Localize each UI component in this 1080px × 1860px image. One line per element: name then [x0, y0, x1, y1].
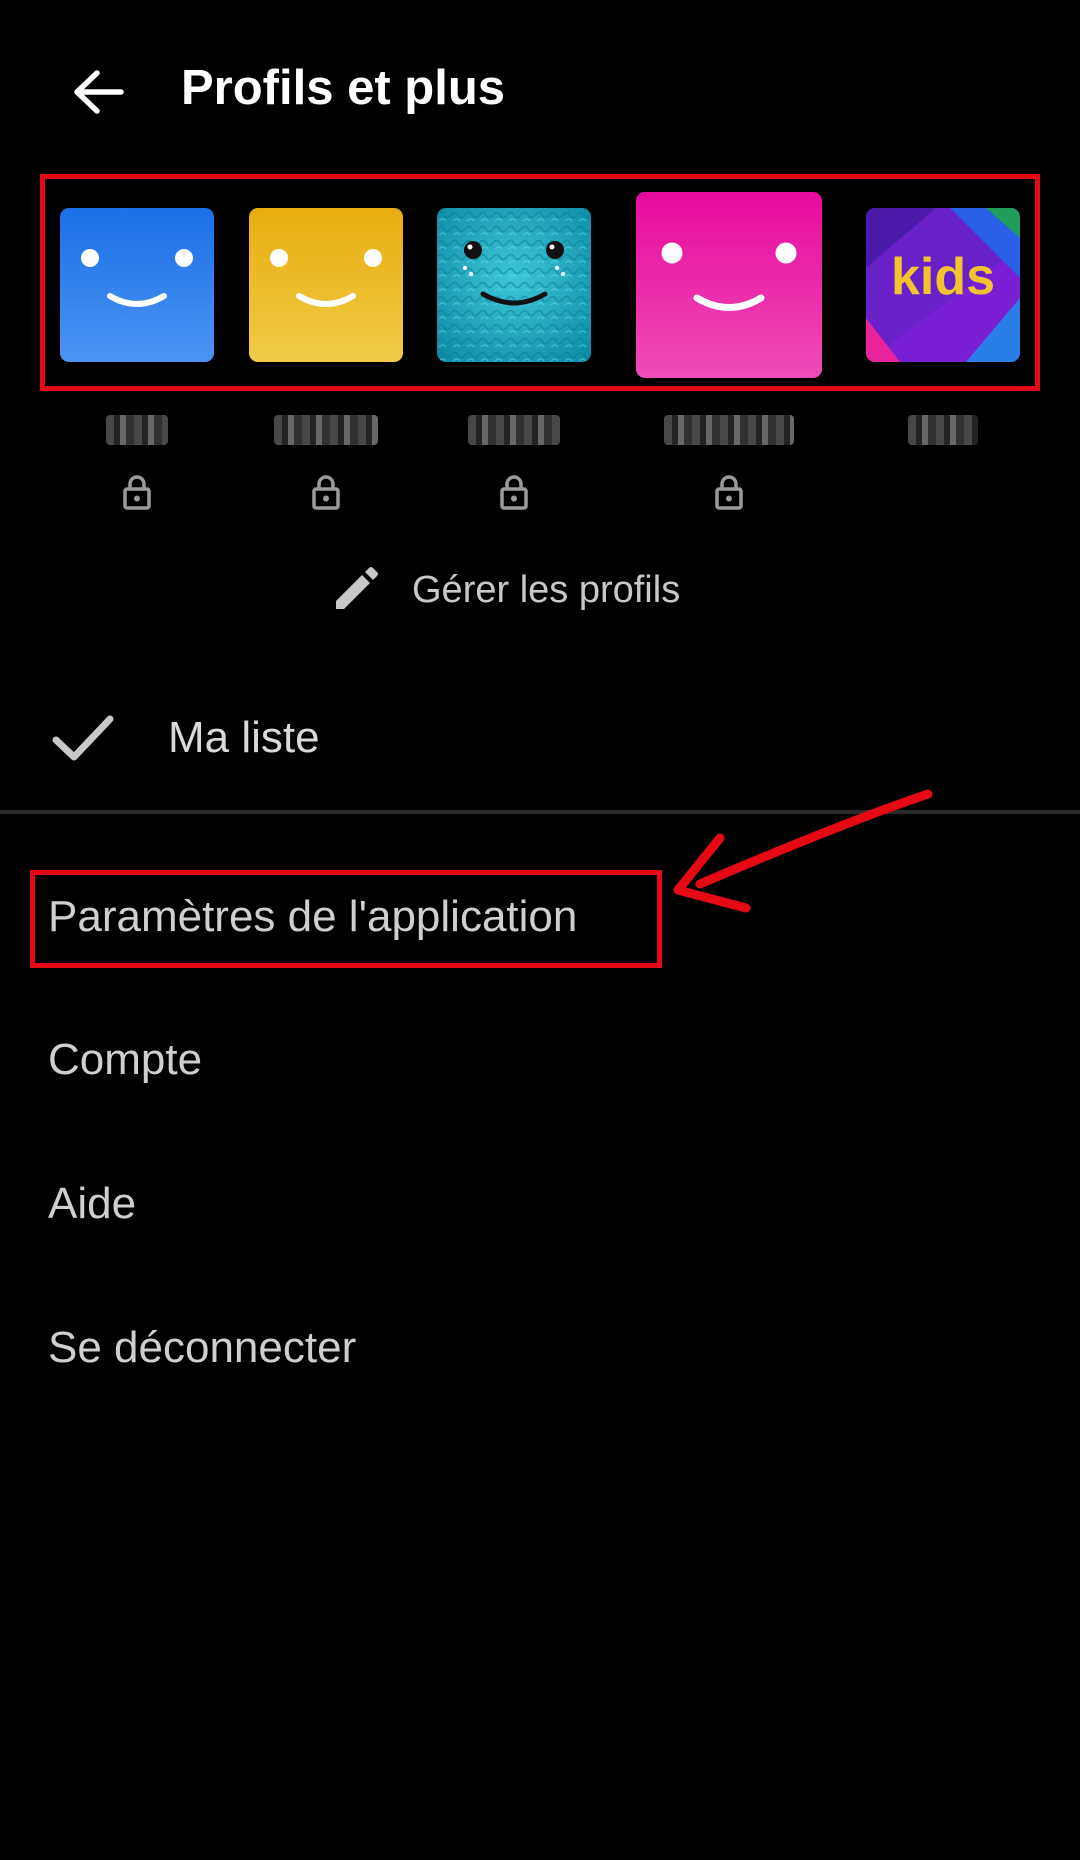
profile-name-redacted	[274, 415, 378, 445]
profile-name	[249, 414, 403, 446]
lock-icon	[500, 475, 528, 510]
profile-name	[437, 414, 591, 446]
profile-name	[60, 414, 214, 446]
profile-3[interactable]	[437, 190, 591, 510]
check-icon	[52, 715, 114, 761]
profile-avatar-kids: kids	[866, 208, 1020, 362]
account-item[interactable]: Compte	[48, 1030, 202, 1090]
app-settings-item[interactable]: Paramètres de l'application	[48, 887, 577, 947]
pencil-icon	[336, 567, 378, 609]
lock-icon	[715, 475, 743, 510]
arrow-left-icon	[74, 70, 124, 114]
profile-avatar-furry	[437, 208, 591, 362]
profile-name-redacted	[664, 415, 794, 445]
profile-avatar-blue	[60, 208, 214, 362]
manage-profiles-label: Gérer les profils	[412, 568, 681, 611]
profile-name	[866, 414, 1020, 446]
profile-5-kids[interactable]: kids	[866, 190, 1020, 445]
my-list-item[interactable]: Ma liste	[52, 700, 320, 776]
lock-icon	[123, 475, 151, 510]
profile-4-active[interactable]	[636, 190, 822, 510]
help-item[interactable]: Aide	[48, 1174, 136, 1234]
profile-name	[636, 414, 822, 446]
manage-profiles-button[interactable]: Gérer les profils	[330, 560, 680, 620]
header: Profils et plus	[0, 0, 1080, 180]
profile-avatar-pink	[636, 192, 822, 378]
my-list-label: Ma liste	[168, 713, 320, 762]
profiles-row: kids	[0, 190, 1080, 520]
profile-avatar-yellow	[249, 208, 403, 362]
profile-1[interactable]	[60, 190, 214, 510]
back-button[interactable]	[58, 52, 138, 132]
page-title: Profils et plus	[181, 61, 506, 115]
divider	[0, 810, 1080, 814]
sign-out-item[interactable]: Se déconnecter	[48, 1318, 356, 1378]
lock-icon	[312, 475, 340, 510]
profile-name-redacted	[908, 415, 978, 445]
profile-2[interactable]	[249, 190, 403, 510]
kids-label: kids	[891, 248, 995, 306]
annotation-arrow-icon	[673, 789, 933, 913]
profile-name-redacted	[106, 415, 168, 445]
profile-name-redacted	[468, 415, 560, 445]
